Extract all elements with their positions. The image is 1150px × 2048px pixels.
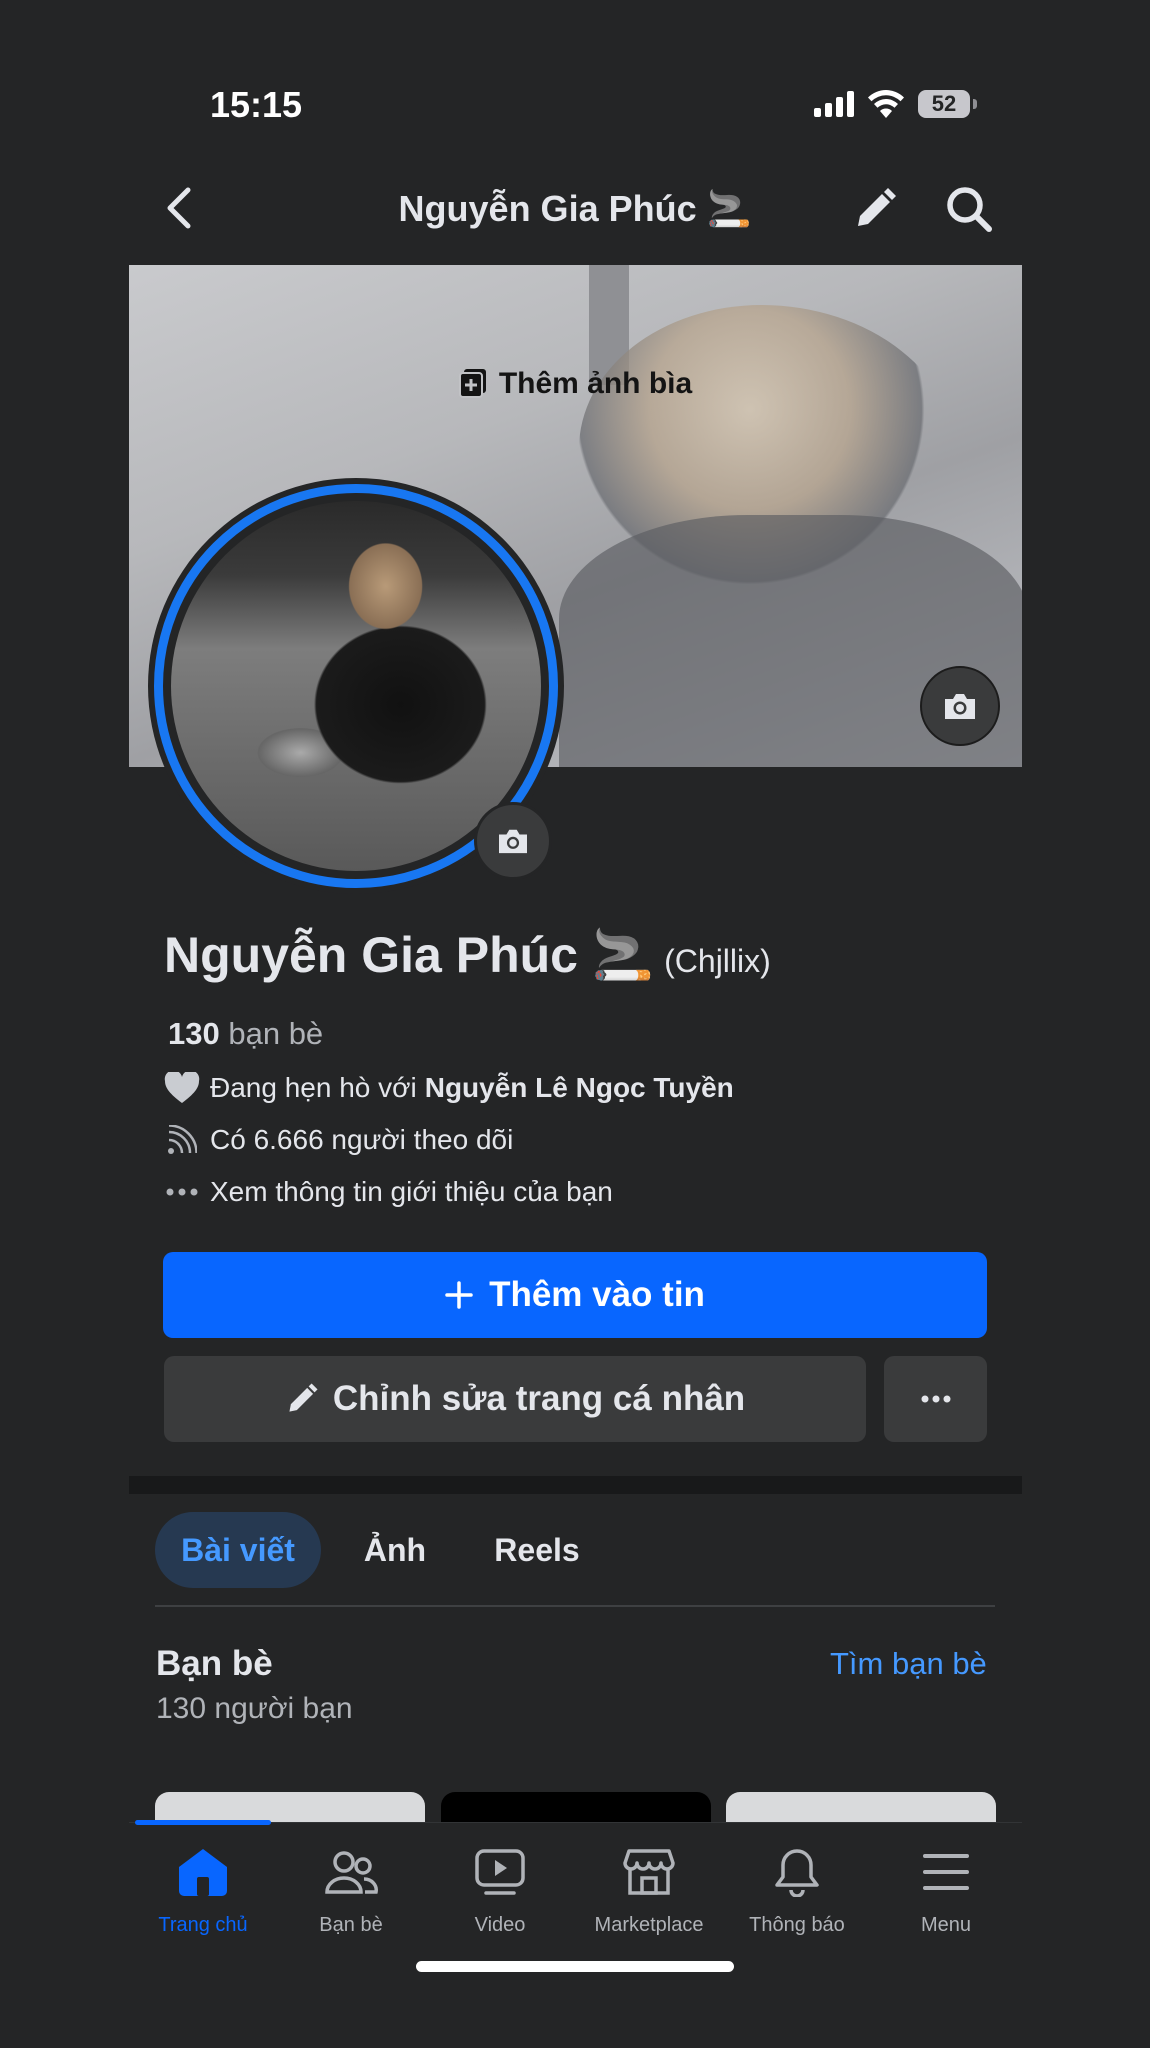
marketplace-icon (623, 1849, 675, 1895)
edit-profile-button[interactable]: Chỉnh sửa trang cá nhân (164, 1356, 866, 1442)
home-indicator[interactable] (416, 1961, 734, 1972)
nav-notifications-label: Thông báo (749, 1914, 845, 1936)
signal-icon (814, 91, 854, 117)
nav-menu[interactable]: Menu (872, 1842, 1020, 1937)
edit-profile-label: Chỉnh sửa trang cá nhân (332, 1379, 746, 1418)
profile-name: Nguyễn Gia Phúc 🚬 (Chjllix) (164, 926, 771, 985)
friends-count[interactable]: 130 bạn bè (168, 1016, 323, 1052)
nav-marketplace-label: Marketplace (594, 1914, 704, 1936)
more-options-button[interactable] (884, 1356, 987, 1442)
nav-notifications[interactable]: Thông báo (723, 1842, 871, 1937)
tabs-divider (155, 1605, 995, 1607)
menu-icon (923, 1854, 969, 1890)
rss-icon (164, 1122, 200, 1158)
about-row[interactable]: Xem thông tin giới thiệu của bạn (164, 1174, 613, 1210)
add-to-story-label: Thêm vào tin (489, 1275, 705, 1314)
wifi-icon (868, 90, 904, 118)
more-dots-icon (921, 1395, 950, 1403)
status-time: 15:15 (210, 84, 303, 125)
nav-video-label: Video (474, 1914, 526, 1936)
about-link: Xem thông tin giới thiệu của bạn (210, 1176, 613, 1207)
followers-text: Có 6.666 người theo dõi (210, 1124, 514, 1155)
relationship-partner[interactable]: Nguyễn Lê Ngọc Tuyền (425, 1072, 734, 1104)
add-cover-button[interactable]: Thêm ảnh bìa (129, 367, 1022, 401)
followers-row[interactable]: Có 6.666 người theo dõi (164, 1122, 513, 1158)
add-cover-label: Thêm ảnh bìa (498, 367, 693, 400)
friends-section-subtitle: 130 người bạn (156, 1692, 353, 1725)
more-dots-icon (164, 1174, 200, 1210)
nav-friends[interactable]: Bạn bè (277, 1842, 425, 1937)
video-icon (475, 1849, 525, 1895)
bell-icon (775, 1849, 819, 1897)
nav-home[interactable]: Trang chủ (129, 1842, 277, 1937)
nav-home-label: Trang chủ (158, 1914, 248, 1936)
profile-name-text: Nguyễn Gia Phúc 🚬 (164, 927, 655, 983)
cover-camera-button[interactable] (920, 666, 1000, 746)
status-icons: 52 (814, 90, 977, 118)
nav-menu-label: Menu (920, 1914, 972, 1936)
battery-indicator: 52 (918, 90, 977, 118)
nav-friends-label: Bạn bè (319, 1914, 383, 1936)
search-icon[interactable] (944, 184, 994, 234)
friends-count-label: bạn bè (228, 1016, 324, 1051)
tab-posts[interactable]: Bài viết (155, 1512, 321, 1588)
friends-section-title: Bạn bè (156, 1644, 273, 1683)
heart-icon (164, 1070, 200, 1106)
pencil-icon (289, 1383, 318, 1412)
find-friends-link[interactable]: Tìm bạn bè (830, 1646, 987, 1682)
plus-icon (445, 1281, 473, 1309)
add-photo-icon (458, 369, 486, 398)
camera-icon (945, 694, 975, 719)
relationship-prefix: Đang hẹn hò với (210, 1072, 417, 1103)
tab-reels[interactable]: Reels (476, 1512, 598, 1588)
relationship-row[interactable]: Đang hẹn hò với Nguyễn Lê Ngọc Tuyền (164, 1070, 734, 1106)
nav-marketplace[interactable]: Marketplace (575, 1842, 723, 1937)
nav-video[interactable]: Video (426, 1842, 574, 1937)
friends-icon (325, 1851, 378, 1894)
avatar-camera-button[interactable] (474, 802, 552, 880)
edit-icon[interactable] (852, 186, 898, 232)
tab-photos[interactable]: Ảnh (342, 1512, 448, 1588)
friends-count-number: 130 (168, 1016, 220, 1051)
home-icon (179, 1849, 227, 1896)
section-divider (129, 1476, 1022, 1494)
active-tab-indicator (135, 1820, 271, 1825)
camera-icon (499, 829, 527, 854)
add-to-story-button[interactable]: Thêm vào tin (163, 1252, 987, 1338)
profile-nickname: (Chjllix) (664, 943, 771, 979)
